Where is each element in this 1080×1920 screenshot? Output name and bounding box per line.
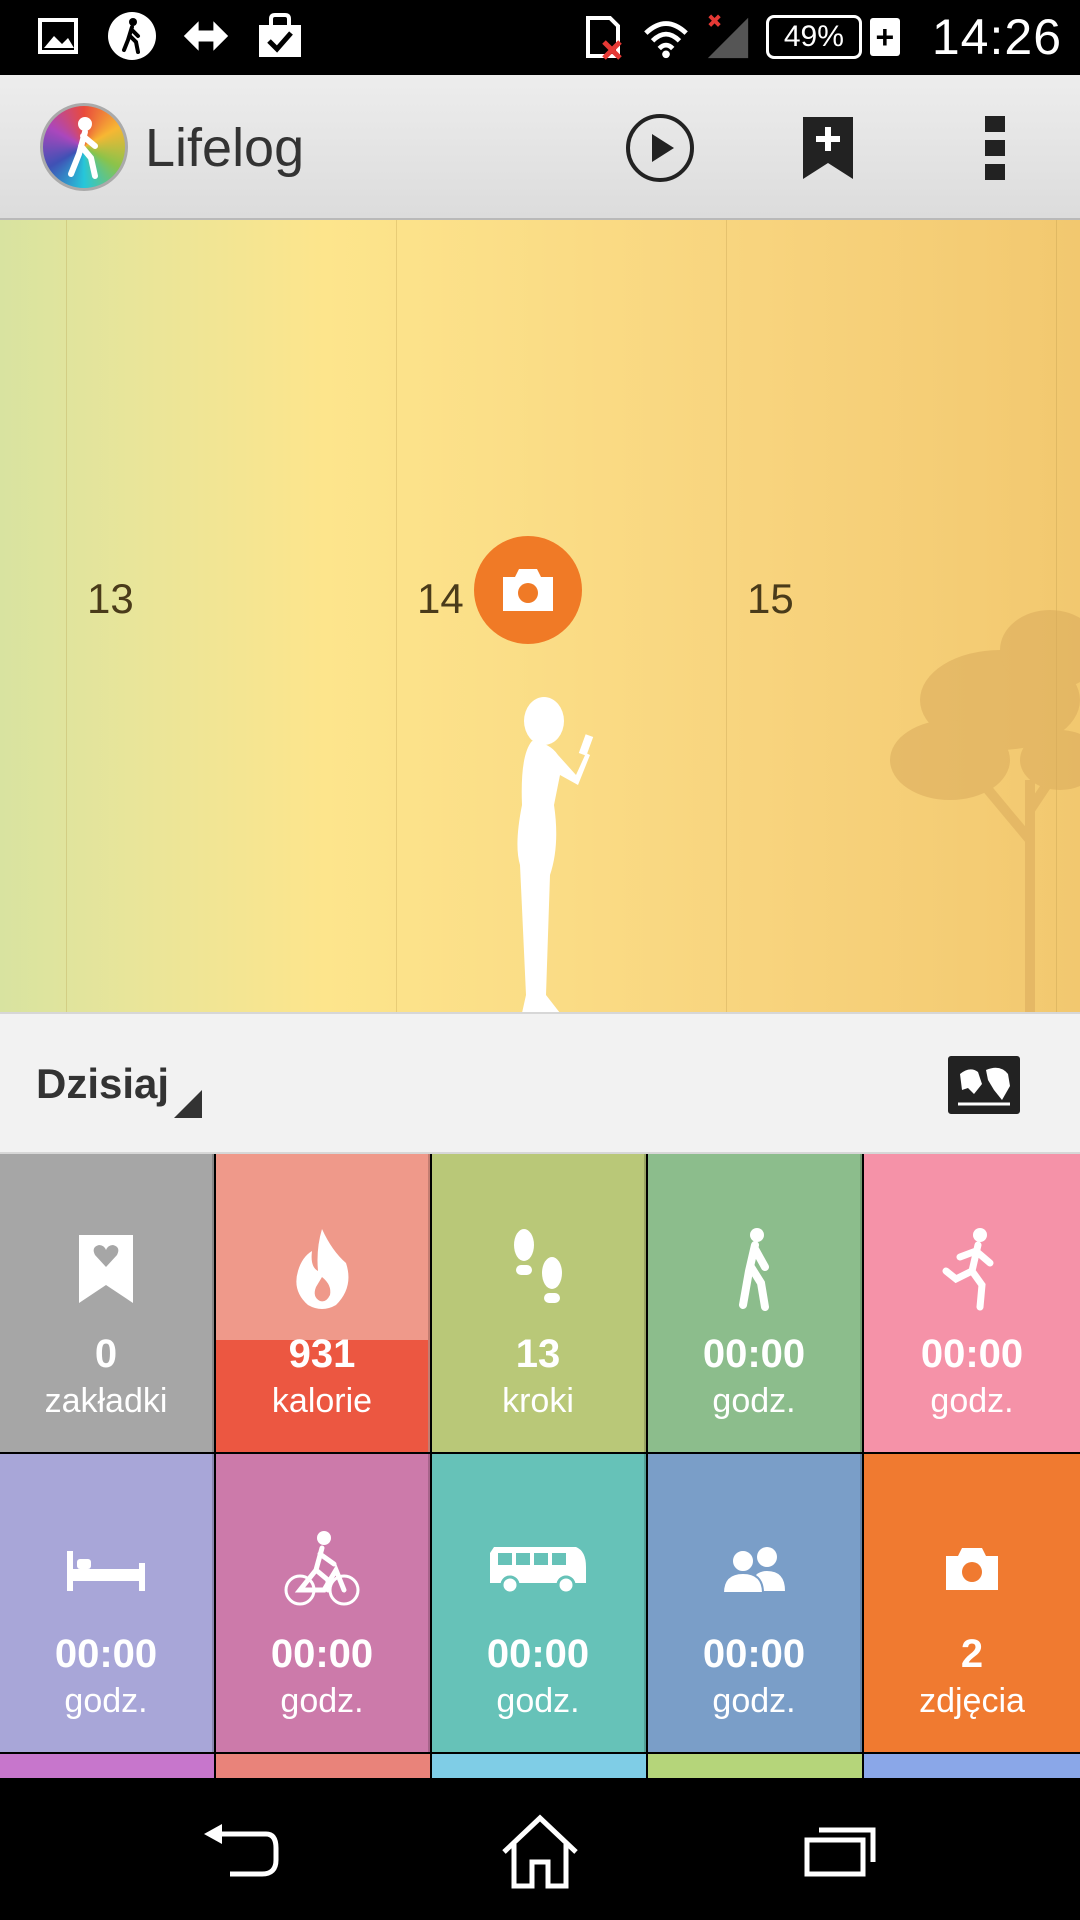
- tile-value: 00:00: [54, 1632, 158, 1676]
- day-label-14[interactable]: 14: [417, 575, 464, 623]
- footsteps-icon: [514, 1229, 562, 1303]
- overflow-menu-button[interactable]: [950, 103, 1040, 193]
- tile-value: 00:00: [920, 1332, 1024, 1376]
- running-icon: [942, 1228, 994, 1311]
- bus-icon: [490, 1547, 586, 1595]
- camera-icon: [946, 1548, 998, 1590]
- flame-icon: [296, 1229, 349, 1309]
- tile-social[interactable]: 00:00 godz.: [648, 1454, 862, 1752]
- tile-unit: zakładki: [44, 1382, 168, 1420]
- home-button[interactable]: [490, 1812, 590, 1892]
- tile-bookmarks[interactable]: 0 zakładki: [0, 1154, 214, 1452]
- world-map-icon: [952, 1060, 1016, 1110]
- tile-value: 00:00: [486, 1632, 590, 1676]
- tile-walking[interactable]: 00:00 godz.: [648, 1154, 862, 1452]
- camera-icon: [503, 569, 553, 611]
- navigation-bar: [0, 1778, 1080, 1920]
- add-bookmark-button[interactable]: [783, 103, 873, 193]
- bookmark-heart-icon: [79, 1235, 133, 1303]
- day-label-15[interactable]: 15: [747, 575, 794, 623]
- recent-apps-icon: [804, 1827, 876, 1877]
- back-icon: [204, 1824, 279, 1877]
- photo-event-button[interactable]: [474, 536, 582, 644]
- tile-unit: godz.: [712, 1682, 796, 1720]
- tile-value: 00:00: [270, 1632, 374, 1676]
- tree-icon: [890, 610, 1080, 1012]
- tile-unit: godz.: [712, 1382, 796, 1420]
- sd-card-error-icon: [580, 13, 628, 61]
- day-label-13[interactable]: 13: [87, 575, 134, 623]
- play-button[interactable]: [615, 103, 705, 193]
- battery-icon: 49%: [765, 15, 862, 59]
- wifi-icon: [642, 13, 690, 61]
- walking-icon: [739, 1228, 769, 1311]
- arrows-icon: [182, 12, 230, 60]
- lifelog-screen: 49% + 14:26 Lifelog 13 14 15 Dzisiaj 0 z…: [0, 0, 1080, 1920]
- tile-value: 00:00: [702, 1332, 806, 1376]
- signal-icon: [704, 13, 752, 61]
- action-bar: Lifelog: [0, 75, 1080, 220]
- tile-value: 2: [960, 1632, 984, 1676]
- tile-unit: godz.: [496, 1682, 580, 1720]
- tile-unit: kroki: [502, 1382, 574, 1420]
- overflow-menu-icon: [985, 116, 1005, 180]
- tile-calories[interactable]: 931 kalorie: [216, 1154, 430, 1452]
- walking-icon: [108, 12, 156, 60]
- map-button[interactable]: [948, 1056, 1020, 1114]
- tile-unit: godz.: [930, 1382, 1014, 1420]
- tile-photos[interactable]: 2 zdjęcia: [864, 1454, 1080, 1752]
- tile-steps[interactable]: 13 kroki: [432, 1154, 646, 1452]
- recent-apps-button[interactable]: [790, 1812, 890, 1892]
- status-bar: 49% + 14:26: [0, 0, 1080, 75]
- tile-peek[interactable]: [648, 1754, 862, 1778]
- tile-peek[interactable]: [0, 1754, 214, 1778]
- lifelog-logo-icon[interactable]: [40, 103, 128, 191]
- tile-peek[interactable]: [864, 1754, 1080, 1778]
- tile-unit: kalorie: [271, 1382, 373, 1420]
- tile-unit: godz.: [280, 1682, 364, 1720]
- home-icon: [502, 1814, 578, 1889]
- tile-unit: zdjęcia: [919, 1682, 1025, 1720]
- tile-value: 0: [94, 1332, 118, 1376]
- tile-sleep[interactable]: 00:00 godz.: [0, 1454, 214, 1752]
- tile-value: 00:00: [702, 1632, 806, 1676]
- battery-level: 49%: [783, 20, 844, 53]
- clock: 14:26: [931, 9, 1062, 65]
- tile-peek[interactable]: [432, 1754, 646, 1778]
- people-icon: [721, 1547, 785, 1593]
- charging-icon: +: [869, 18, 900, 56]
- day-divider: [726, 220, 727, 1012]
- shopping-bag-icon: [256, 12, 304, 60]
- play-icon: [626, 114, 694, 182]
- timeline[interactable]: 13 14 15: [0, 220, 1080, 1012]
- date-selector[interactable]: Dzisiaj: [36, 1060, 169, 1108]
- bicycle-icon: [284, 1531, 360, 1606]
- tile-unit: godz.: [64, 1682, 148, 1720]
- date-header: Dzisiaj: [0, 1012, 1080, 1154]
- person-silhouette: [517, 697, 594, 1012]
- bed-icon: [67, 1551, 145, 1591]
- gallery-icon: [34, 12, 82, 60]
- tile-peek[interactable]: [216, 1754, 430, 1778]
- tile-value: 13: [515, 1332, 561, 1376]
- tile-value: 931: [288, 1332, 356, 1376]
- back-button[interactable]: [190, 1812, 290, 1892]
- tile-cycling[interactable]: 00:00 godz.: [216, 1454, 430, 1752]
- app-title: Lifelog: [145, 118, 305, 178]
- tile-running[interactable]: 00:00 godz.: [864, 1154, 1080, 1452]
- add-bookmark-icon: [803, 117, 853, 179]
- day-divider: [396, 220, 397, 1012]
- day-divider: [66, 220, 67, 1012]
- tile-transport[interactable]: 00:00 godz.: [432, 1454, 646, 1752]
- dropdown-arrow-icon[interactable]: [174, 1090, 202, 1118]
